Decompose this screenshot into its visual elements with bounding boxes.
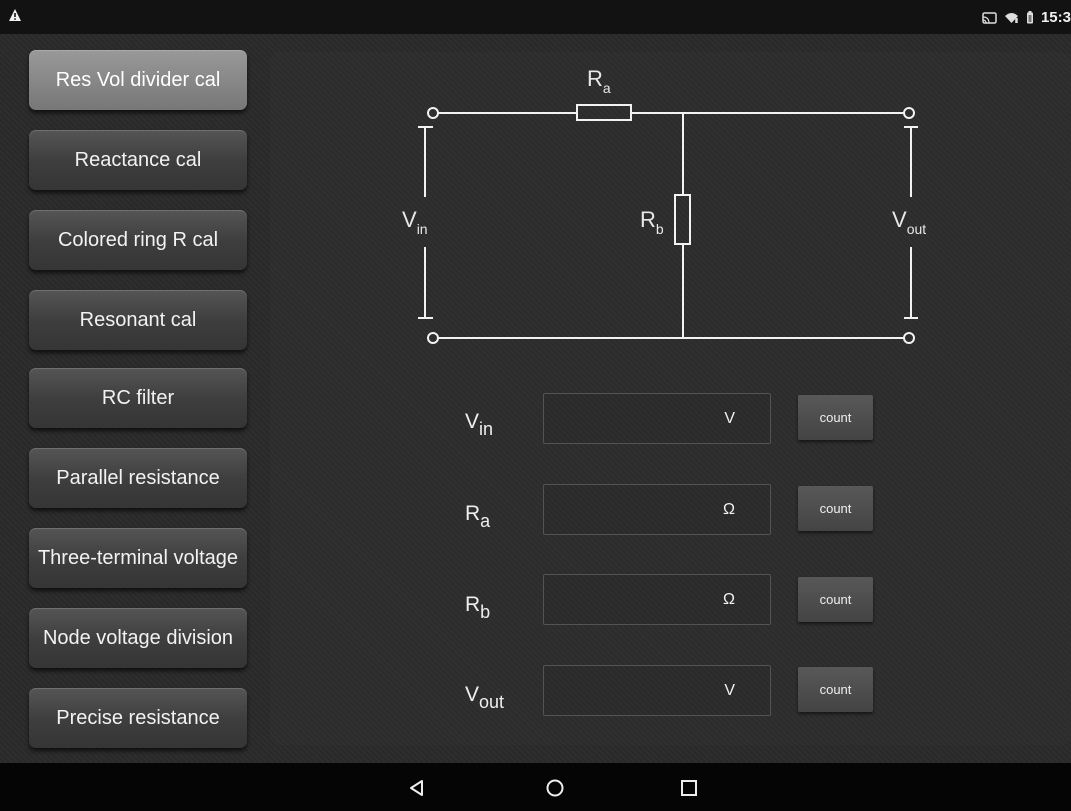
app-window: Res Vol divider cal Reactance cal Colore… xyxy=(0,34,1071,763)
vin-input-label: Vin xyxy=(465,410,494,440)
navigation-bar xyxy=(0,763,1071,811)
recents-icon[interactable] xyxy=(677,776,701,800)
menu-label: RC filter xyxy=(101,387,175,409)
wifi-icon xyxy=(1004,11,1019,23)
menu-label: Precise resistance xyxy=(56,707,220,729)
menu-label: Three-terminal voltage xyxy=(37,547,239,569)
vin-field[interactable]: V xyxy=(543,393,771,445)
ra-resistor-symbol xyxy=(576,104,632,121)
voltage-divider-panel: Ra Rb Vin Vout Vin V count Ra Ω count Rb… xyxy=(270,52,1071,745)
vout-top-terminal xyxy=(903,107,915,119)
vout-label: Vout xyxy=(892,207,927,237)
vin-label: Vin xyxy=(402,207,428,237)
menu-label: Res Vol divider cal xyxy=(55,69,221,91)
ra-count-button[interactable]: count xyxy=(798,486,873,531)
status-time: 15:3 xyxy=(1040,8,1071,26)
status-bar: 15:3 xyxy=(0,0,1071,34)
cast-icon xyxy=(982,11,997,24)
vin-unit: V xyxy=(724,410,735,427)
menu-label: Node voltage division xyxy=(42,627,234,649)
ra-input[interactable] xyxy=(551,485,705,536)
ra-label: Ra xyxy=(587,66,611,96)
warning-icon xyxy=(8,8,22,22)
rb-input[interactable] xyxy=(551,575,705,626)
menu-reactance-cal[interactable]: Reactance cal xyxy=(29,130,247,190)
vin-bottom-terminal xyxy=(427,332,439,344)
ra-unit: Ω xyxy=(723,501,735,518)
menu-res-vol-divider-cal[interactable]: Res Vol divider cal xyxy=(29,50,247,110)
ra-input-label: Ra xyxy=(465,502,491,532)
menu-label: Parallel resistance xyxy=(56,467,220,489)
vout-field[interactable]: V xyxy=(543,665,771,717)
vin-top-terminal xyxy=(427,107,439,119)
battery-icon xyxy=(1026,11,1034,24)
back-icon[interactable] xyxy=(405,776,429,800)
menu-rc-filter[interactable]: RC filter xyxy=(29,368,247,428)
ra-field[interactable]: Ω xyxy=(543,484,771,536)
menu-precise-resistance[interactable]: Precise resistance xyxy=(29,688,247,748)
rb-input-label: Rb xyxy=(465,593,491,623)
menu-colored-ring-r-cal[interactable]: Colored ring R cal xyxy=(29,210,247,270)
menu-label: Colored ring R cal xyxy=(57,229,219,251)
rb-label: Rb xyxy=(640,207,664,237)
vin-input[interactable] xyxy=(551,394,705,445)
vin-count-button[interactable]: count xyxy=(798,395,873,440)
menu-resonant-cal[interactable]: Resonant cal xyxy=(29,290,247,350)
vout-unit: V xyxy=(724,682,735,699)
rb-unit: Ω xyxy=(723,591,735,608)
menu-label: Resonant cal xyxy=(79,309,197,331)
home-icon[interactable] xyxy=(543,776,567,800)
menu-three-terminal-voltage[interactable]: Three-terminal voltage xyxy=(29,528,247,588)
rb-field[interactable]: Ω xyxy=(543,574,771,626)
menu-node-voltage-division[interactable]: Node voltage division xyxy=(29,608,247,668)
rb-resistor-symbol xyxy=(674,194,691,245)
vout-input[interactable] xyxy=(551,666,705,717)
menu-parallel-resistance[interactable]: Parallel resistance xyxy=(29,448,247,508)
vout-bottom-terminal xyxy=(903,332,915,344)
vout-count-button[interactable]: count xyxy=(798,667,873,712)
rb-count-button[interactable]: count xyxy=(798,577,873,622)
voltage-divider-circuit xyxy=(418,104,918,344)
calculator-menu: Res Vol divider cal Reactance cal Colore… xyxy=(0,48,265,763)
status-icons: 15:3 xyxy=(982,8,1071,26)
menu-label: Reactance cal xyxy=(74,149,202,171)
vout-input-label: Vout xyxy=(465,683,505,713)
